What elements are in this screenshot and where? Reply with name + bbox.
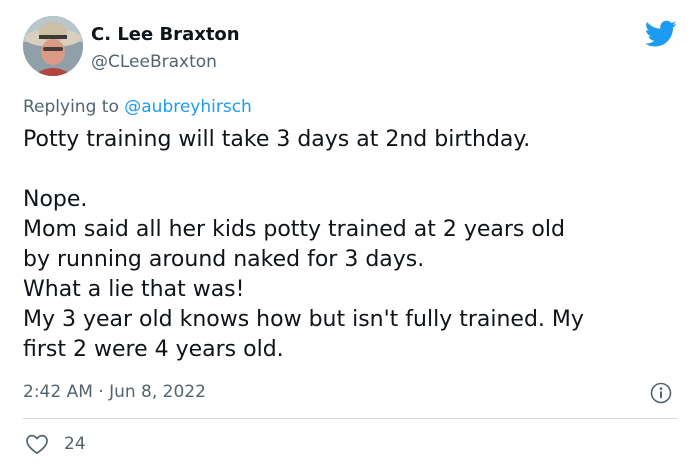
tweet-text-line: Mom said all her kids potty trained at 2… <box>23 217 565 242</box>
author-handle[interactable]: @CLeeBraxton <box>91 51 217 73</box>
info-icon[interactable] <box>650 382 672 404</box>
like-count: 24 <box>64 434 86 454</box>
avatar[interactable] <box>23 16 83 76</box>
heart-icon[interactable] <box>25 433 49 455</box>
tweet-text-line: My 3 year old knows how but isn't fully … <box>23 307 584 332</box>
divider <box>23 418 677 419</box>
reply-mention-link[interactable]: @aubreyhirsch <box>124 97 252 117</box>
tweet-text-line: Nope. <box>23 187 88 212</box>
tweet-text-line: Potty training will take 3 days at 2nd b… <box>23 127 531 152</box>
tweet-text: Potty training will take 3 days at 2nd b… <box>23 125 683 365</box>
replying-to-label: Replying to <box>23 97 125 117</box>
tweet-text-line: What a lie that was! <box>23 277 245 302</box>
tweet-timestamp[interactable]: 2:42 AM · Jun 8, 2022 <box>23 381 206 403</box>
tweet-text-line: by running around naked for 3 days. <box>23 247 425 272</box>
replying-to-line: Replying to @aubreyhirsch <box>23 96 252 118</box>
tweet-text-line: first 2 were 4 years old. <box>23 337 284 362</box>
author-name[interactable]: C. Lee Braxton <box>91 24 240 46</box>
twitter-bird-icon[interactable] <box>645 20 677 48</box>
